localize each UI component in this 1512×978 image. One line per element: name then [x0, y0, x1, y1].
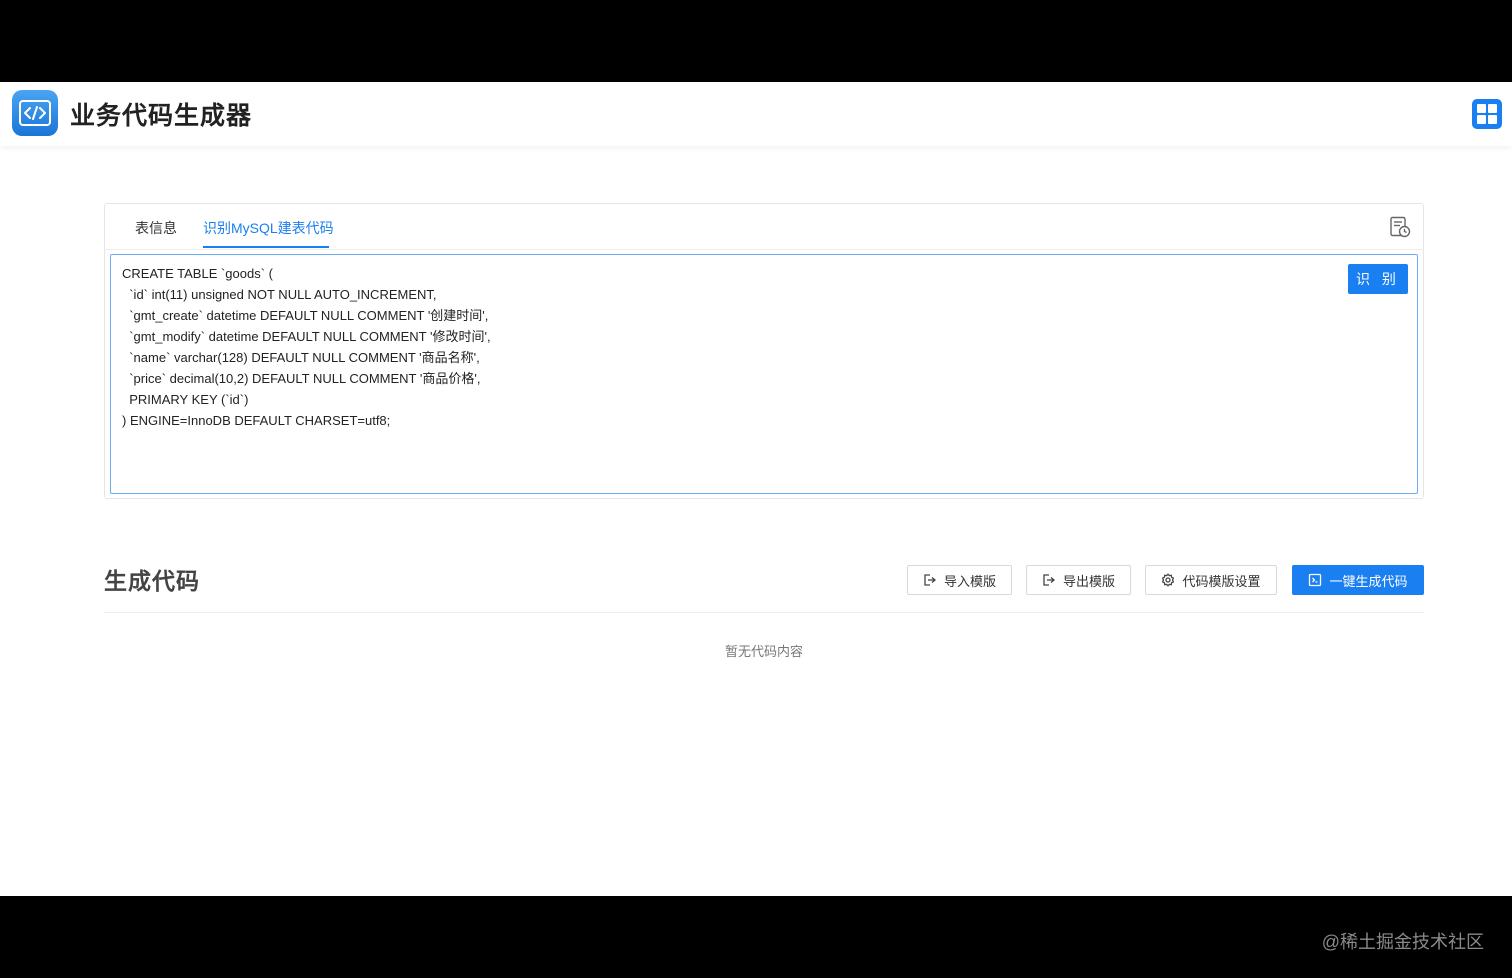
top-letterbox	[0, 0, 1512, 82]
code-icon	[1309, 573, 1322, 587]
app-title: 业务代码生成器	[70, 102, 253, 130]
recognize-button[interactable]: 识 别	[1348, 264, 1408, 294]
tab-mysql-recognize[interactable]: 识别MySQL建表代码	[203, 218, 334, 238]
sql-code-text: CREATE TABLE `goods` ( `id` int(11) unsi…	[122, 266, 491, 428]
app-window: 业务代码生成器 表信息 识别MySQL建表代码 CREATE TABLE `go…	[0, 82, 1512, 896]
generate-code-button[interactable]: 一键生成代码	[1292, 565, 1424, 595]
section-divider	[104, 612, 1424, 613]
grid-icon[interactable]	[1472, 99, 1502, 129]
empty-code-message: 暂无代码内容	[724, 644, 803, 659]
export-icon	[1043, 574, 1055, 586]
generate-section-title: 生成代码	[104, 568, 200, 594]
import-template-label: 导入模版	[943, 573, 996, 589]
generate-code-label: 一键生成代码	[1329, 573, 1408, 589]
sql-textarea[interactable]: CREATE TABLE `goods` ( `id` int(11) unsi…	[110, 254, 1418, 494]
sql-input-card: 表信息 识别MySQL建表代码 CREATE TABLE `goods` ( `…	[104, 203, 1424, 499]
gear-icon	[1162, 573, 1175, 587]
import-icon	[924, 574, 936, 586]
app-header: 业务代码生成器	[0, 82, 1512, 146]
active-tab-indicator	[203, 246, 329, 248]
export-template-button[interactable]: 导出模版	[1026, 565, 1131, 595]
template-settings-button[interactable]: 代码模版设置	[1145, 565, 1277, 595]
watermark-text: @稀土掘金技术社区	[1321, 932, 1484, 952]
template-settings-label: 代码模版设置	[1182, 573, 1261, 589]
code-window-icon	[12, 90, 58, 136]
export-template-label: 导出模版	[1062, 573, 1115, 589]
bottom-letterbox	[0, 896, 1512, 978]
import-template-button[interactable]: 导入模版	[907, 565, 1012, 595]
tab-bar: 表信息 识别MySQL建表代码	[105, 204, 1423, 250]
tab-table-info[interactable]: 表信息	[135, 218, 177, 238]
history-icon[interactable]	[1389, 216, 1411, 238]
